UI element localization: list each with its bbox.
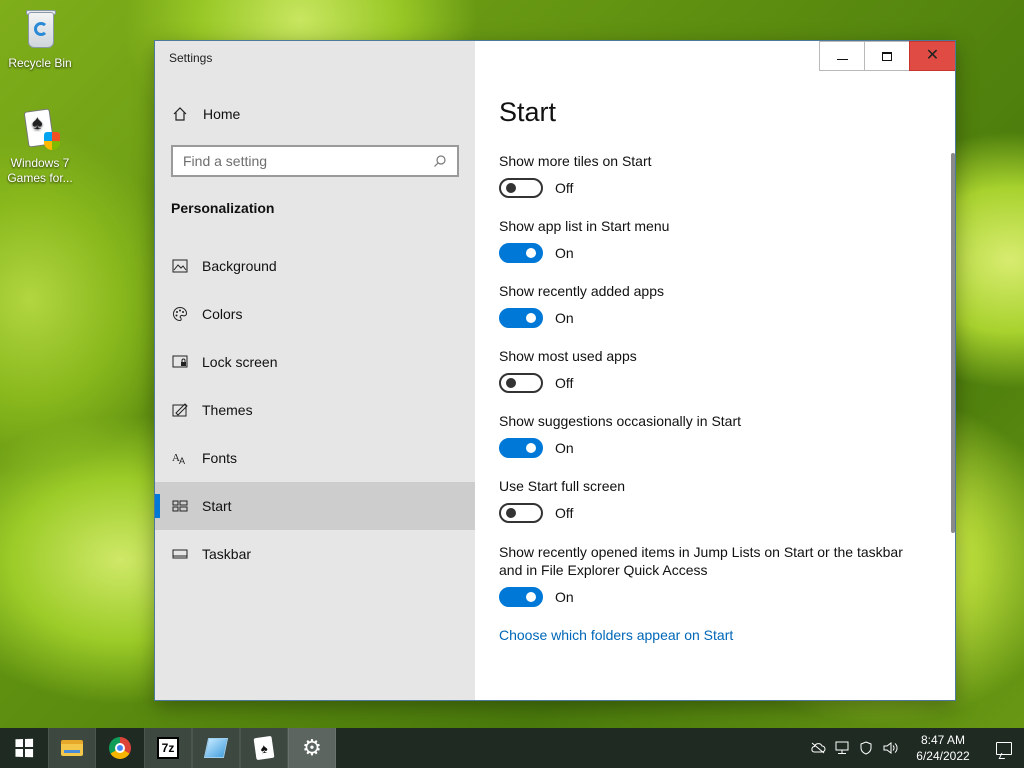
sidebar-item-themes[interactable]: Themes bbox=[155, 386, 475, 434]
tray-cloud-icon[interactable] bbox=[806, 728, 830, 768]
taskbar-7zip[interactable]: 7z bbox=[144, 728, 192, 768]
setting-label: Show app list in Start menu bbox=[499, 218, 670, 234]
gear-icon: ⚙ bbox=[302, 735, 322, 760]
home-label: Home bbox=[203, 106, 241, 122]
taskbar-chrome[interactable] bbox=[96, 728, 144, 768]
section-heading: Personalization bbox=[171, 200, 275, 216]
sidebar-item-label: Background bbox=[202, 258, 277, 274]
sidebar-item-label: Colors bbox=[202, 306, 243, 322]
setting-label: Show recently added apps bbox=[499, 283, 664, 299]
sidebar: Settings Home Personalization Background bbox=[155, 41, 475, 700]
setting-jump-lists: Show recently opened items in Jump Lists… bbox=[499, 543, 919, 607]
sidebar-item-label: Taskbar bbox=[202, 546, 252, 562]
settings-window: Settings Home Personalization Background bbox=[155, 41, 955, 700]
7zip-icon: 7z bbox=[157, 737, 179, 759]
toggle-state: On bbox=[555, 440, 574, 456]
image-icon bbox=[171, 257, 189, 275]
svg-text:A: A bbox=[179, 456, 185, 465]
sidebar-nav: Background Colors Lock screen Themes A A… bbox=[155, 242, 475, 578]
tray-network-icon[interactable] bbox=[830, 728, 854, 768]
sidebar-item-label: Start bbox=[202, 498, 232, 514]
sidebar-home[interactable]: Home bbox=[171, 105, 240, 123]
sidebar-item-background[interactable]: Background bbox=[155, 242, 475, 290]
setting-label: Show most used apps bbox=[499, 348, 637, 364]
toggle-state: Off bbox=[555, 505, 574, 521]
sidebar-item-colors[interactable]: Colors bbox=[155, 290, 475, 338]
setting-label: Use Start full screen bbox=[499, 478, 626, 494]
folder-icon bbox=[61, 740, 83, 756]
fonts-icon: AA bbox=[171, 449, 189, 467]
setting-more-tiles: Show more tiles on Start Off bbox=[499, 152, 919, 198]
toggle-state: On bbox=[555, 310, 574, 326]
desktop-icon-games[interactable]: ♠ Windows 7 Games for... bbox=[0, 108, 80, 186]
sidebar-item-lock-screen[interactable]: Lock screen bbox=[155, 338, 475, 386]
taskbar-icon bbox=[171, 545, 189, 563]
taskbar-settings[interactable]: ⚙ bbox=[288, 728, 336, 768]
system-tray: 8:47 AM 6/24/2022 bbox=[806, 728, 1024, 768]
lock-screen-icon bbox=[171, 353, 189, 371]
start-button[interactable] bbox=[0, 728, 48, 768]
notification-icon bbox=[996, 741, 1012, 755]
themes-icon bbox=[171, 401, 189, 419]
setting-suggestions: Show suggestions occasionally in Start O… bbox=[499, 412, 919, 458]
toggle-recently-added[interactable] bbox=[499, 308, 543, 328]
setting-full-screen: Use Start full screen Off bbox=[499, 477, 919, 523]
setting-label: Show recently opened items in Jump Lists… bbox=[499, 544, 903, 578]
sidebar-item-start[interactable]: Start bbox=[155, 482, 475, 530]
clock-date: 6/24/2022 bbox=[916, 749, 970, 763]
scrollbar[interactable] bbox=[951, 153, 955, 533]
setting-recently-added: Show recently added apps On bbox=[499, 282, 919, 328]
clock-time: 8:47 AM bbox=[920, 733, 966, 747]
solitaire-icon: ♠ bbox=[253, 735, 275, 761]
glass-app-icon bbox=[203, 738, 229, 758]
taskbar: 7z ♠ ⚙ 8:47 AM 6/24/2022 bbox=[0, 728, 1024, 768]
chrome-icon bbox=[109, 737, 131, 759]
search-box[interactable] bbox=[171, 145, 459, 177]
desktop-icon-label: Windows 7 Games for... bbox=[7, 156, 73, 185]
setting-label: Show more tiles on Start bbox=[499, 153, 652, 169]
taskbar-clock[interactable]: 8:47 AM 6/24/2022 bbox=[908, 732, 978, 764]
setting-most-used: Show most used apps Off bbox=[499, 347, 919, 393]
toggle-more-tiles[interactable] bbox=[499, 178, 543, 198]
toggle-full-screen[interactable] bbox=[499, 503, 543, 523]
setting-label: Show suggestions occasionally in Start bbox=[499, 413, 742, 429]
palette-icon bbox=[171, 305, 189, 323]
toggle-suggestions[interactable] bbox=[499, 438, 543, 458]
sidebar-item-taskbar[interactable]: Taskbar bbox=[155, 530, 475, 578]
home-icon bbox=[171, 105, 189, 123]
desktop-icon-label: Recycle Bin bbox=[8, 56, 72, 70]
tray-security-icon[interactable] bbox=[854, 728, 878, 768]
sidebar-item-label: Fonts bbox=[202, 450, 238, 466]
toggle-app-list[interactable] bbox=[499, 243, 543, 263]
taskbar-solitaire[interactable]: ♠ bbox=[240, 728, 288, 768]
search-input[interactable] bbox=[183, 153, 433, 169]
tray-volume-icon[interactable] bbox=[878, 728, 902, 768]
recycle-bin-icon bbox=[18, 8, 62, 52]
action-center-button[interactable] bbox=[984, 728, 1024, 768]
windows-logo-icon bbox=[15, 738, 34, 758]
toggle-state: On bbox=[555, 245, 574, 261]
solitaire-icon: ♠ bbox=[18, 108, 62, 152]
setting-app-list: Show app list in Start menu On bbox=[499, 217, 919, 263]
page-title: Start bbox=[499, 97, 557, 127]
sidebar-item-fonts[interactable]: AA Fonts bbox=[155, 434, 475, 482]
start-tiles-icon bbox=[171, 497, 189, 515]
toggle-state: On bbox=[555, 589, 574, 605]
toggle-state: Off bbox=[555, 180, 574, 196]
window-title: Settings bbox=[169, 51, 213, 65]
taskbar-file-explorer[interactable] bbox=[48, 728, 96, 768]
toggle-jump-lists[interactable] bbox=[499, 587, 543, 607]
toggle-most-used[interactable] bbox=[499, 373, 543, 393]
search-icon[interactable] bbox=[433, 154, 447, 168]
desktop-icon-recycle-bin[interactable]: Recycle Bin bbox=[0, 8, 80, 71]
choose-folders-link[interactable]: Choose which folders appear on Start bbox=[499, 627, 733, 643]
taskbar-glass-app[interactable] bbox=[192, 728, 240, 768]
sidebar-item-label: Themes bbox=[202, 402, 253, 418]
sidebar-item-label: Lock screen bbox=[202, 354, 278, 370]
toggle-state: Off bbox=[555, 375, 574, 391]
content-pane: Start Show more tiles on Start Off Show … bbox=[499, 41, 955, 700]
